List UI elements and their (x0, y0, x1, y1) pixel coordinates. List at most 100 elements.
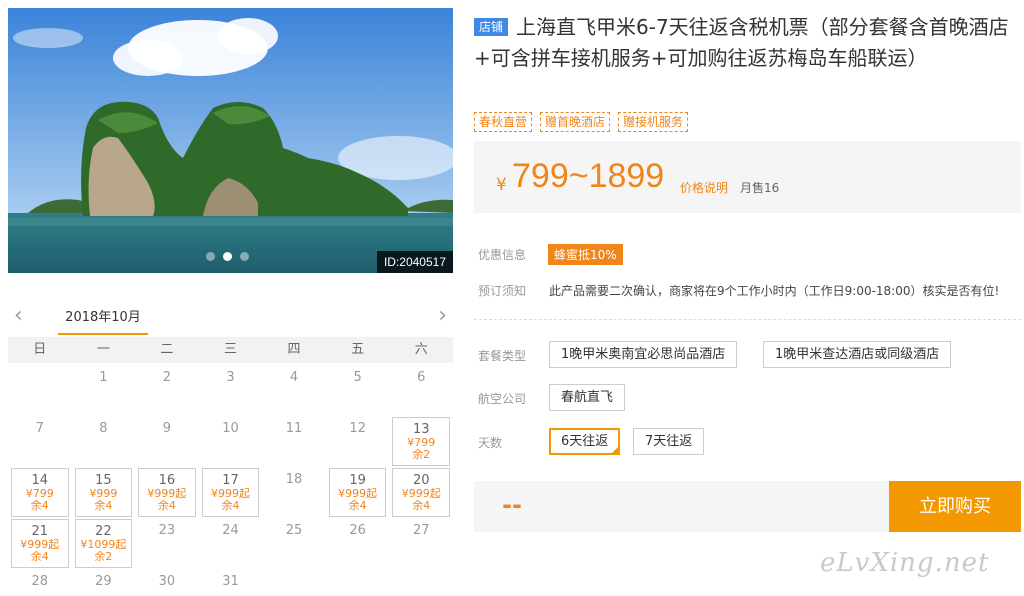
calendar-day-number: 17 (222, 473, 239, 488)
calendar-day-stock: 余4 (30, 499, 49, 512)
calendar-day-number: 26 (349, 523, 366, 538)
calendar-day-number: 24 (222, 523, 239, 538)
price-range: 799~1899 (512, 157, 665, 195)
carousel-dot-active[interactable] (223, 252, 232, 261)
calendar-day-number: 15 (95, 473, 112, 488)
calendar-nav: ‹ 2018年10月 › (8, 300, 453, 336)
calendar-day-available[interactable]: 21 ¥999起 余4 (11, 519, 69, 568)
days-label: 天数 (478, 436, 503, 450)
airline-label: 航空公司 (478, 392, 527, 406)
airline-option[interactable]: 春航直飞 (549, 384, 626, 411)
calendar-day-available[interactable]: 19 ¥999起 余4 (328, 468, 387, 517)
calendar-day-number: 16 (158, 473, 176, 488)
weekday-label: 日 (33, 342, 47, 357)
product-title-block: 店铺 上海直飞甲米6-7天往返含税机票（部分套餐含首晚酒店+可含拼车接机服务+可加… (474, 12, 1019, 74)
calendar-day-stock: 余4 (94, 499, 113, 512)
package-label: 套餐类型 (478, 349, 527, 363)
calendar-day-number: 21 (31, 524, 49, 539)
days-option[interactable]: 7天往返 (633, 428, 705, 455)
calendar-day-number: 29 (95, 574, 112, 589)
calendar-day-number: 18 (285, 472, 303, 487)
carousel-dot[interactable] (206, 252, 215, 261)
calendar-day-number: 1 (99, 370, 108, 385)
product-panel: 店铺 上海直飞甲米6-7天往返含税机票（部分套餐含首晚酒店+可含拼车接机服务+可加… (474, 0, 1024, 596)
calendar-day: 4 (265, 366, 323, 415)
section-divider (474, 319, 1021, 320)
carousel-dot[interactable] (240, 252, 249, 261)
weekday-label: 二 (160, 342, 174, 357)
chevron-right-icon[interactable]: › (438, 304, 447, 328)
calendar-day: 30 (138, 570, 196, 596)
watermark-logo: eLvXing.net (820, 548, 990, 578)
calendar-day-number: 20 (412, 473, 430, 488)
calendar-day-available[interactable]: 17 ¥999起 余4 (201, 468, 260, 517)
calendar-day: 24 (202, 519, 260, 568)
calendar-blank-cell (11, 366, 69, 415)
selected-corner-icon (611, 446, 620, 454)
calendar-day-number: 3 (226, 370, 235, 385)
calendar-day-number: 25 (285, 523, 303, 538)
calendar-day-number: 14 (31, 473, 49, 488)
weekday-label: 五 (351, 342, 365, 357)
calendar-day-stock: 余4 (412, 499, 431, 512)
calendar-day-number: 2 (162, 370, 172, 385)
calendar-day: 3 (202, 366, 260, 415)
weekday-label: 一 (96, 342, 110, 357)
product-tag: 赠首晚酒店 (540, 112, 611, 132)
calendar-day-stock: 余2 (94, 550, 113, 563)
buy-bar: -- 立即购买 (474, 481, 1021, 532)
calendar-day-stock: 余4 (221, 499, 240, 512)
calendar-day-available[interactable]: 15 ¥999 余4 (74, 468, 133, 517)
calendar-day-available[interactable]: 13 ¥799 余2 (392, 417, 450, 466)
product-tag: 春秋直营 (474, 112, 533, 132)
booking-notice: 此产品需要二次确认，商家将在9个工作小时内（工作日9:00-18:00）核实是否… (549, 284, 1000, 298)
calendar-month-label[interactable]: 2018年10月 (58, 306, 148, 325)
product-tags: 春秋直营 赠首晚酒店 赠接机服务 (474, 112, 689, 132)
package-option[interactable]: 1晚甲米查达酒店或同级酒店 (763, 341, 952, 368)
shop-badge: 店铺 (474, 18, 509, 36)
calendar-day: 11 (265, 417, 323, 466)
calendar-day-number: 19 (349, 473, 366, 488)
monthly-sales: 月售16 (740, 181, 780, 195)
calendar-day: 5 (329, 366, 387, 415)
days-option-selected[interactable]: 6天往返 (549, 428, 621, 455)
product-tag: 赠接机服务 (618, 112, 689, 132)
calendar-day: 10 (202, 417, 260, 466)
calendar-day: 26 (329, 519, 387, 568)
notice-label: 预订须知 (478, 284, 527, 298)
carousel-dots (206, 252, 249, 261)
price-box: ¥ 799~1899 价格说明 月售16 (474, 141, 1021, 213)
calendar-day-available[interactable]: 22 ¥1099起 余2 (74, 519, 133, 568)
calendar-day: 29 (75, 570, 133, 596)
calendar-day: 8 (75, 417, 133, 466)
weekday-label: 三 (223, 342, 237, 357)
calendar-day: 31 (202, 570, 260, 596)
calendar-day-stock: 余4 (157, 499, 176, 512)
calendar-day-number: 9 (162, 421, 172, 436)
calendar-day-stock: 余4 (348, 499, 367, 512)
calendar-month-underline (58, 333, 148, 335)
calendar-day-stock: 余2 (412, 448, 431, 461)
island-photo-illustration (8, 8, 453, 273)
calendar-day-number: 5 (353, 370, 362, 385)
calendar-day-number: 7 (35, 421, 44, 436)
weekday-label: 四 (287, 342, 301, 357)
calendar-day-number: 8 (99, 421, 108, 436)
package-option[interactable]: 1晚甲米奥南宜必思尚品酒店 (549, 341, 738, 368)
product-photo[interactable]: ID:2040517 (8, 8, 453, 273)
calendar-day-number: 11 (285, 421, 303, 436)
calendar-day-number: 13 (412, 422, 430, 437)
calendar-day-available[interactable]: 20 ¥999起 余4 (392, 468, 450, 517)
product-title: 上海直飞甲米6-7天往返含税机票（部分套餐含首晚酒店+可含拼车接机服务+可加购往… (474, 15, 1009, 70)
calendar-day: 2 (138, 366, 196, 415)
price-explanation-link[interactable]: 价格说明 (680, 179, 728, 196)
calendar-day: 6 (392, 366, 450, 415)
calendar-day: 12 (329, 417, 387, 466)
calendar-day-available[interactable]: 16 ¥999起 余4 (138, 468, 196, 517)
buy-now-button[interactable]: 立即购买 (889, 481, 1021, 532)
calendar-day-available[interactable]: 14 ¥799 余4 (11, 468, 69, 517)
chevron-left-icon[interactable]: ‹ (14, 304, 23, 328)
calendar-day: 1 (75, 366, 133, 415)
calendar-day-number: 30 (158, 574, 176, 589)
calendar-weekday-header: 日 一 二 三 四 五 六 (8, 337, 453, 363)
